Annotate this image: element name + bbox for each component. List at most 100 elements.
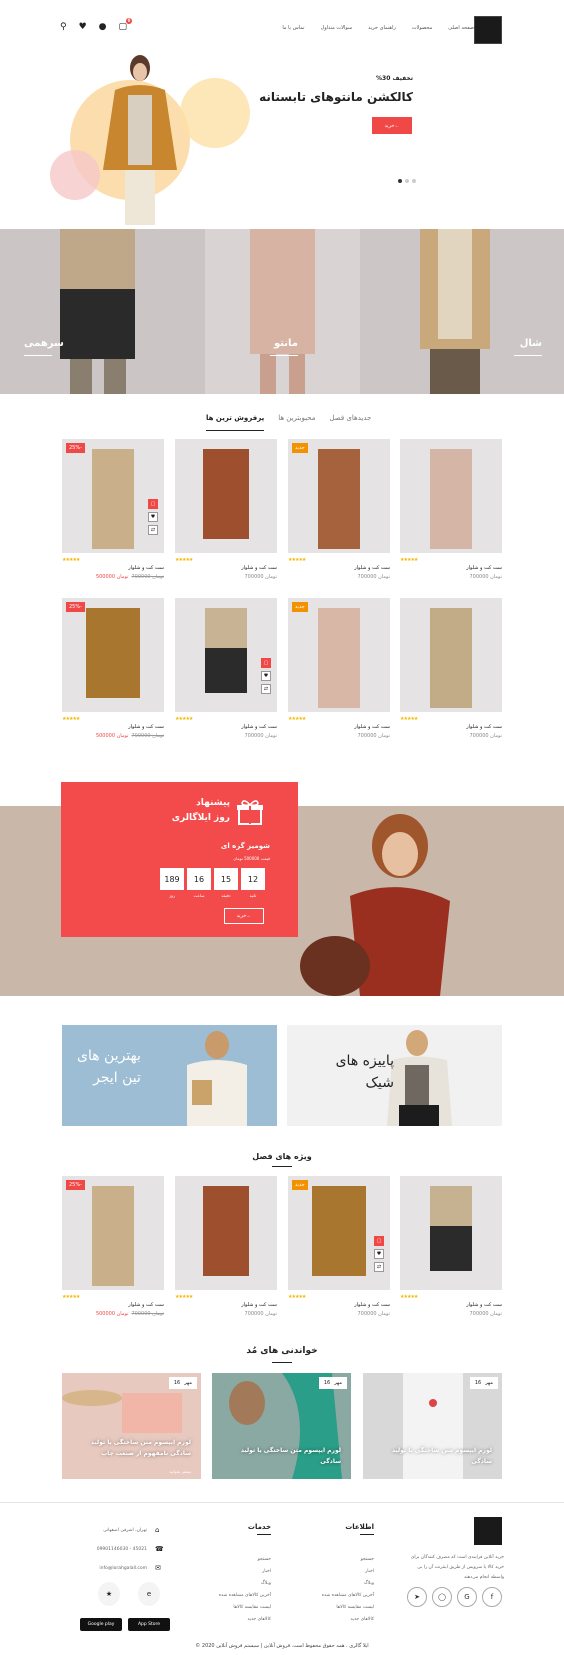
discount-badge: -25% [66,1180,85,1190]
heart-icon[interactable]: ♥ [261,671,271,681]
nav-item[interactable]: تماس با ما [282,25,304,31]
teen-banner[interactable]: بهترین های تین ایجر [62,1025,277,1126]
rating-stars: ★★★★★ [288,1294,306,1300]
blog-post-card[interactable]: مهر 16 لورم ایپسوم متن ساختگی با تولید سا… [363,1373,502,1479]
product-card[interactable]: ★★★★★ ست کت و شلوار تومان 700000 [175,439,277,580]
footer-link[interactable]: کالاهای جدید [219,1614,271,1626]
category-image [250,229,315,394]
post-month: مهر [184,1380,192,1386]
offer-buy-button[interactable]: ← خرید [224,908,264,924]
nav-item[interactable]: صفحه اصلی [448,25,474,31]
countdown-days: 189 [160,868,184,890]
footer-link[interactable]: لیست مقایسه کالاها [219,1602,271,1614]
heart-icon[interactable]: ♥ [148,512,158,522]
product-card[interactable]: ★★★★★ ست کت و شلوار تومان 700000 [400,1176,502,1317]
instagram-icon[interactable]: ◯ [432,1587,452,1607]
slider-dot[interactable] [405,179,409,183]
sale-price: تومان 500000 [95,574,129,580]
heart-icon[interactable]: ♥ [374,1249,384,1259]
hero-buy-button[interactable]: ← خرید [372,117,412,134]
product-image [175,1176,277,1290]
tab-new[interactable]: جدیدهای فصل [329,414,371,431]
footer-link[interactable]: جستجو [322,1554,374,1566]
product-name: ست کت و شلوار [128,1302,164,1308]
post-month: مهر [334,1380,342,1386]
product-card[interactable]: ▢ ♥ ⇄ ★★★★★ ست کت و شلوار تومان 700000 [175,598,277,739]
footer-link[interactable]: وبلاگ [219,1578,271,1590]
product-image: -25% [62,598,164,712]
footer-link[interactable]: آخرین کالاهای مشاهده شده [219,1590,271,1602]
countdown-label: ثانیه [249,893,257,898]
product-card[interactable]: جدید ★★★★★ ست کت و شلوار تومان 700000 [288,439,390,580]
cart-icon[interactable]: ▢ 0 [119,18,133,32]
product-name: ست کت و شلوار [241,565,277,571]
tab-bestsellers[interactable]: پرفروش ترین ها [206,414,265,431]
product-card[interactable]: ★★★★★ ست کت و شلوار تومان 700000 [400,598,502,739]
product-card[interactable]: جدید ▢ ♥ ⇄ ★★★★★ ست کت و شلوار تومان 70000… [288,1176,390,1317]
google-play-button[interactable]: Google play [80,1618,122,1631]
footer-link[interactable]: کالاهای جدید [322,1614,374,1626]
read-more-link[interactable]: بیشتر بخوانید [169,1469,191,1474]
product-tabs: جدیدهای فصل محبوبترین ها پرفروش ترین ها [206,414,371,431]
autumn-banner[interactable]: پاییزه های شیک [287,1025,502,1126]
blog-post-card[interactable]: مهر 16 لورم ایپسوم متن ساختگی با تولید سا… [62,1373,201,1479]
product-name: ست کت و شلوار [241,1302,277,1308]
compare-icon[interactable]: ⇄ [374,1262,384,1272]
rating-stars: ★★★★★ [288,557,306,563]
post-day: 16 [323,1380,331,1386]
footer-link[interactable]: لیست مقایسه کالاها [322,1602,374,1614]
blog-post-card[interactable]: مهر 16 لورم ایپسوم متن ساختگی با تولید سا… [212,1373,351,1479]
footer-link[interactable]: وبلاگ [322,1578,374,1590]
footer-link[interactable]: اخبار [219,1566,271,1578]
tab-popular[interactable]: محبوبترین ها [278,414,315,431]
category-shawl[interactable]: شال [360,229,564,394]
enamad-badge[interactable]: e [138,1582,160,1606]
footer-link[interactable]: آخرین کالاهای مشاهده شده [322,1590,374,1602]
rating-stars: ★★★★★ [62,1294,80,1300]
product-card[interactable]: ★★★★★ ست کت و شلوار تومان 700000 [175,1176,277,1317]
product-card[interactable]: -25% ★★★★★ ست کت و شلوار تومان 700000توم… [62,598,164,739]
product-card[interactable]: -25% ▢ ♥ ⇄ ★★★★★ ست کت و شلوار تومان 70000… [62,439,164,580]
product-price: تومان 700000 [357,574,390,580]
footer-email[interactable]: info@lorahgalall.com [99,1566,147,1571]
nav-item[interactable]: محصولات [412,25,432,31]
product-image [400,598,502,712]
cart-icon[interactable]: ▢ [148,499,158,509]
compare-icon[interactable]: ⇄ [261,684,271,694]
product-card[interactable]: -25% ★★★★★ ست کت و شلوار تومان 700000توم… [62,1176,164,1317]
samandehi-badge[interactable]: ★ [98,1582,120,1606]
google-icon[interactable]: G [457,1587,477,1607]
search-icon[interactable]: ⚲ [60,22,67,32]
product-name: ست کت و شلوار [354,565,390,571]
cart-icon[interactable]: ▢ [374,1236,384,1246]
telegram-icon[interactable]: ➤ [407,1587,427,1607]
offer-model-image [300,814,450,996]
cart-icon[interactable]: ▢ [261,658,271,668]
nav-item[interactable]: راهنمای خرید [368,25,396,31]
product-card[interactable]: جدید ★★★★★ ست کت و شلوار تومان 700000 [288,598,390,739]
user-icon[interactable]: ● [99,22,107,32]
app-store-button[interactable]: App Store [128,1618,170,1631]
product-price: تومان 700000تومان 500000 [62,1311,164,1317]
category-underline [514,355,542,356]
slider-dot[interactable] [398,179,402,183]
footer-link[interactable]: اخبار [322,1566,374,1578]
countdown-seconds: 12 [241,868,265,890]
header-icons: ⚲ ♥ ● ▢ 0 [60,18,133,32]
slider-dot[interactable] [412,179,416,183]
facebook-icon[interactable]: f [482,1587,502,1607]
product-image [400,1176,502,1290]
compare-icon[interactable]: ⇄ [148,525,158,535]
category-jumpsuit[interactable]: سرهمی [0,229,205,394]
footer-logo [474,1517,502,1545]
footer-link[interactable]: جستجو [219,1554,271,1566]
product-card[interactable]: ★★★★★ ست کت و شلوار تومان 700000 [400,439,502,580]
heart-icon[interactable]: ♥ [79,22,87,32]
banner-line: شیک [365,1075,395,1091]
site-logo[interactable] [474,16,502,44]
new-badge: جدید [292,602,308,612]
category-manto[interactable]: مانتو [205,229,360,394]
nav-item[interactable]: سوالات متداول [321,25,353,31]
hero-decoration [50,150,100,200]
discount-badge: -25% [66,602,85,612]
